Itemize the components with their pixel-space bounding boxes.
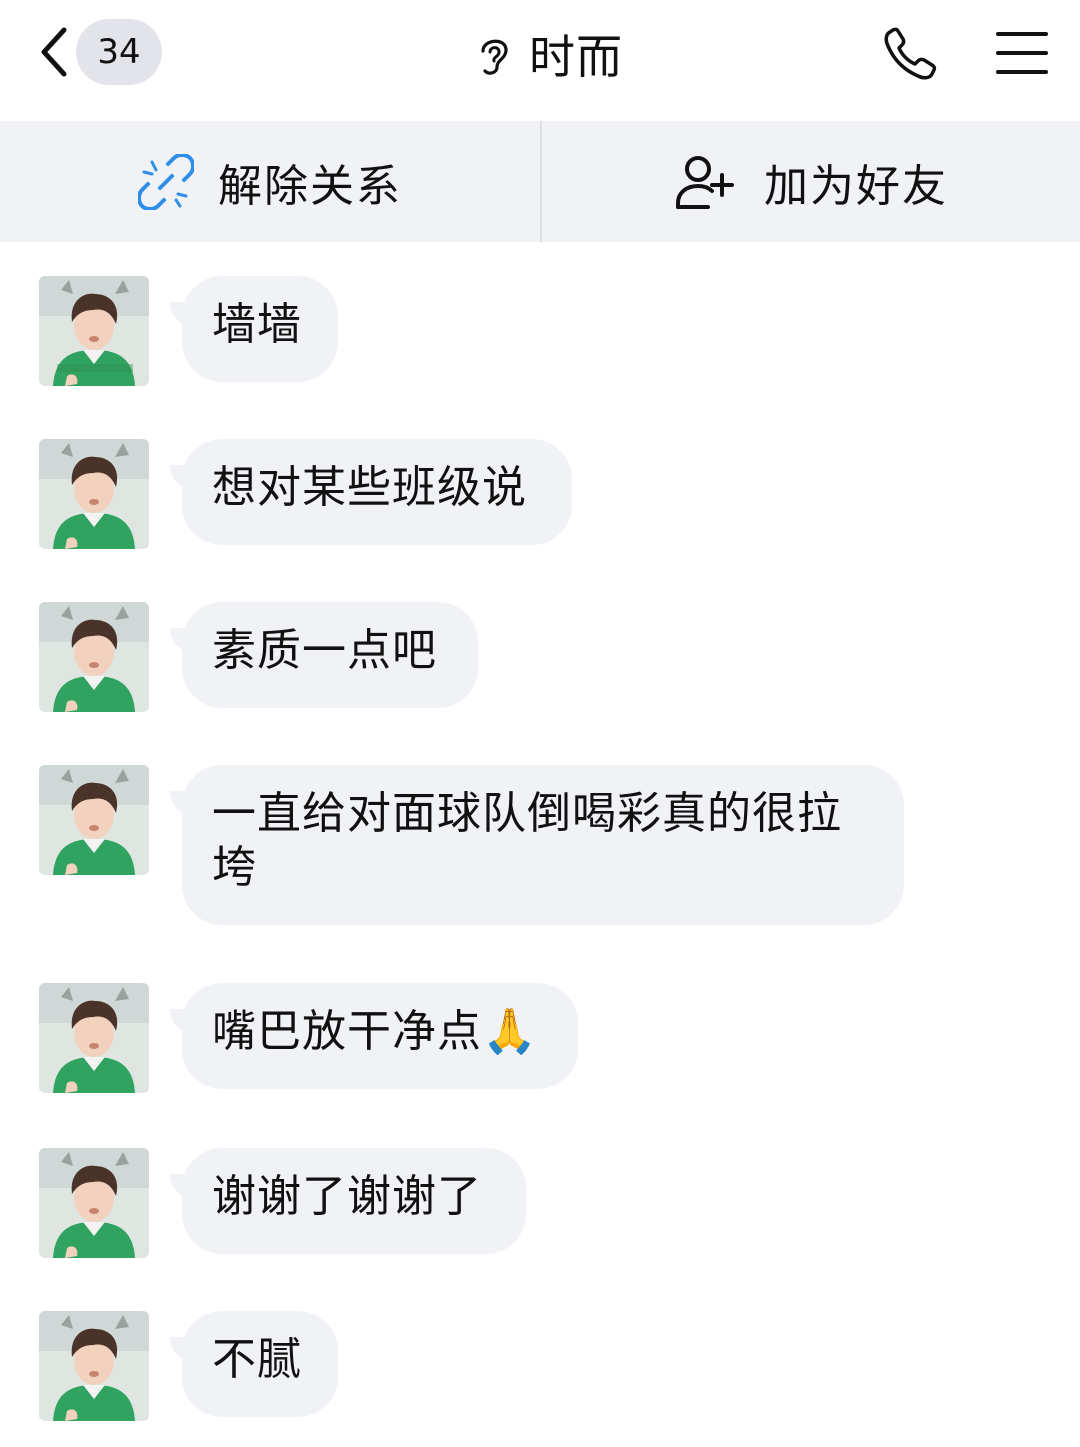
message-bubble[interactable]: 嘴巴放干净点🙏 <box>182 983 578 1089</box>
message-text: 想对某些班级说 <box>212 462 527 513</box>
chat-header: 34 时而 <box>0 0 1080 121</box>
message-bubble[interactable]: 不腻 <box>182 1311 338 1417</box>
message-text: 嘴巴放干净点🙏 <box>212 1006 538 1057</box>
phone-icon[interactable] <box>880 24 940 84</box>
avatar[interactable] <box>39 276 149 386</box>
chevron-left-icon <box>41 27 67 77</box>
avatar[interactable] <box>39 602 149 712</box>
add-friend-button[interactable]: 加为好友 <box>540 121 1080 242</box>
hamburger-menu-icon[interactable] <box>994 26 1050 80</box>
avatar-image <box>39 983 149 1093</box>
message-text: 一直给对面球队倒喝彩真的很拉垮 <box>212 788 842 893</box>
page-title: 时而 <box>529 30 623 84</box>
add-user-icon <box>676 155 734 209</box>
avatar-image <box>39 1148 149 1258</box>
message-bubble[interactable]: 一直给对面球队倒喝彩真的很拉垮 <box>182 765 904 925</box>
message-bubble[interactable]: 墙墙 <box>182 276 338 382</box>
message-text: 墙墙 <box>212 299 302 350</box>
avatar[interactable] <box>39 1148 149 1258</box>
ear-icon <box>481 39 508 75</box>
unlink-label: 解除关系 <box>218 160 402 212</box>
message-bubble[interactable]: 谢谢了谢谢了 <box>182 1148 526 1254</box>
avatar[interactable] <box>39 765 149 875</box>
unlink-relationship-button[interactable]: 解除关系 <box>0 121 540 242</box>
broken-link-icon <box>138 153 194 210</box>
avatar[interactable] <box>39 983 149 1093</box>
avatar-image <box>39 602 149 712</box>
avatar-image <box>39 439 149 549</box>
add-friend-label: 加为好友 <box>764 160 948 212</box>
avatar-image <box>39 1311 149 1421</box>
relationship-action-bar: 解除关系 加为好友 <box>0 121 1080 242</box>
message-bubble[interactable]: 想对某些班级说 <box>182 439 572 545</box>
message-text: 谢谢了谢谢了 <box>212 1171 482 1222</box>
avatar-image <box>39 765 149 875</box>
avatar[interactable] <box>39 439 149 549</box>
avatar[interactable] <box>39 1311 149 1421</box>
message-text: 不腻 <box>212 1334 302 1385</box>
message-text: 素质一点吧 <box>212 625 437 676</box>
unread-count-badge: 34 <box>76 19 162 85</box>
message-bubble[interactable]: 素质一点吧 <box>182 602 478 708</box>
avatar-image <box>39 276 149 386</box>
back-button[interactable]: 34 <box>36 18 162 86</box>
